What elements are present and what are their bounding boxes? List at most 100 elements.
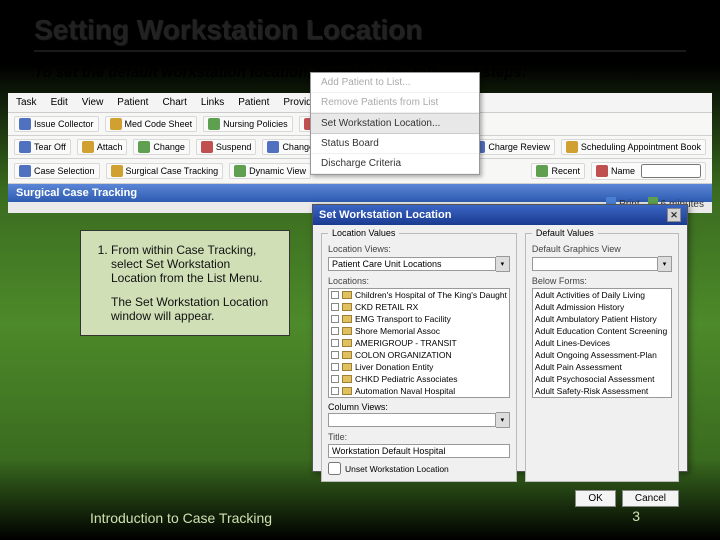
default-graphics-input[interactable] [532, 257, 658, 271]
chevron-down-icon[interactable]: ▾ [658, 256, 672, 272]
slide-title: Setting Workstation Location [0, 0, 720, 48]
location-item[interactable]: COLON ORGANIZATION [329, 349, 509, 361]
footer-title: Introduction to Case Tracking [90, 510, 272, 526]
form-item[interactable]: Adult Ongoing Assessment-Plan [533, 349, 671, 361]
toolbar-name[interactable]: Name [591, 162, 706, 180]
menu-patient[interactable]: Patient [117, 97, 148, 108]
plus-icon[interactable] [331, 375, 339, 383]
form-item[interactable]: Adult Pain Assessment [533, 361, 671, 373]
form-item[interactable]: Adult Ambulatory Patient History [533, 313, 671, 325]
menu-chart[interactable]: Chart [162, 97, 186, 108]
page-number: 3 [632, 508, 640, 524]
below-forms-label: Below Forms: [532, 276, 672, 286]
plus-icon[interactable] [331, 291, 339, 299]
unset-location-checkbox[interactable] [328, 462, 341, 475]
location-item[interactable]: CHKD Pediatric Associates [329, 373, 509, 385]
menu-item-status-board[interactable]: Status Board [311, 134, 479, 154]
toolbar-recent[interactable]: Recent [531, 163, 585, 179]
name-search-input[interactable] [641, 164, 701, 178]
form-item[interactable]: Adult Education Content Screening [533, 325, 671, 337]
chevron-down-icon[interactable]: ▾ [496, 412, 510, 428]
menu-item-discharge-criteria[interactable]: Discharge Criteria [311, 154, 479, 174]
location-item[interactable]: EMG Transport to Facility [329, 313, 509, 325]
chevron-down-icon[interactable]: ▾ [496, 256, 510, 272]
folder-icon [342, 387, 352, 395]
toolbar-case-selection[interactable]: Case Selection [14, 163, 100, 179]
list-menu-dropdown: Add Patient to List...Remove Patients fr… [310, 72, 480, 175]
form-item[interactable]: Adult Lines-Devices [533, 337, 671, 349]
location-values-group: Location Values Location Views: ▾ Locati… [321, 233, 517, 482]
toolbar-icon [201, 141, 213, 153]
ok-button[interactable]: OK [575, 490, 615, 507]
toolbar-nursing-policies[interactable]: Nursing Policies [203, 116, 293, 132]
toolbar-attach[interactable]: Attach [77, 139, 128, 155]
location-item[interactable]: AMERIGROUP - TRANSIT [329, 337, 509, 349]
plus-icon[interactable] [331, 327, 339, 335]
toolbar-icon [566, 141, 578, 153]
toolbar-dynamic-view[interactable]: Dynamic View [229, 163, 311, 179]
toolbar-icon [267, 141, 279, 153]
menu-item-set-workstation-location[interactable]: Set Workstation Location... [311, 113, 479, 134]
form-item[interactable]: Adult Safety-Risk Assessment [533, 385, 671, 397]
form-item[interactable]: Adult Admission History [533, 301, 671, 313]
location-item[interactable]: Automation Naval Hospital [329, 385, 509, 397]
location-views-input[interactable] [328, 257, 496, 271]
menu-view[interactable]: View [82, 97, 104, 108]
location-views-combo[interactable]: ▾ [328, 256, 510, 272]
plus-icon[interactable] [331, 303, 339, 311]
location-item[interactable]: Children's Hospital of The King's Daught [329, 289, 509, 301]
toolbar-suspend[interactable]: Suspend [196, 139, 257, 155]
toolbar-med-code-sheet[interactable]: Med Code Sheet [105, 116, 198, 132]
folder-icon [342, 339, 352, 347]
close-icon[interactable]: ✕ [667, 208, 681, 222]
toolbar-icon [596, 165, 608, 177]
cancel-button[interactable]: Cancel [622, 490, 679, 507]
group-title-right: Default Values [532, 228, 598, 238]
form-item[interactable]: Adult Activities of Daily Living [533, 289, 671, 301]
toolbar-icon [138, 141, 150, 153]
location-item[interactable]: CKD RETAIL RX [329, 301, 509, 313]
title-combo[interactable] [328, 444, 510, 458]
title-label: Title: [328, 432, 510, 442]
instruction-result: The Set Workstation Location window will… [111, 295, 277, 323]
set-workstation-location-dialog: Set Workstation Location ✕ Location Valu… [312, 204, 688, 472]
toolbar-charge-review[interactable]: Charge Review [468, 139, 555, 155]
instruction-box: From within Case Tracking, select Set Wo… [80, 230, 290, 336]
default-graphics-combo[interactable]: ▾ [532, 256, 672, 272]
folder-icon [342, 375, 352, 383]
plus-icon[interactable] [331, 363, 339, 371]
column-views-combo[interactable]: ▾ [328, 412, 510, 428]
toolbar-icon [19, 141, 31, 153]
plus-icon[interactable] [331, 339, 339, 347]
menu-edit[interactable]: Edit [51, 97, 68, 108]
toolbar-change[interactable]: Change [133, 139, 190, 155]
instruction-step-1: From within Case Tracking, select Set Wo… [111, 243, 277, 285]
toolbar-tear-off[interactable]: Tear Off [14, 139, 71, 155]
location-item[interactable]: Tidewtr Surgical Specialty Surg [329, 397, 509, 398]
dialog-button-row: OK Cancel [321, 490, 679, 507]
toolbar-icon [234, 165, 246, 177]
folder-icon [342, 351, 352, 359]
plus-icon[interactable] [331, 387, 339, 395]
plus-icon[interactable] [331, 351, 339, 359]
menu-task[interactable]: Task [16, 97, 37, 108]
form-item[interactable]: Adult Psychosocial Assessment [533, 373, 671, 385]
dialog-titlebar: Set Workstation Location ✕ [313, 205, 687, 225]
location-item[interactable]: Liver Donation Entity [329, 361, 509, 373]
form-item[interactable]: Adult Triage Screening [533, 397, 671, 398]
menu-links[interactable]: Links [201, 97, 224, 108]
menu-patient[interactable]: Patient [238, 97, 269, 108]
location-views-label: Location Views: [328, 244, 510, 254]
location-item[interactable]: Shore Memorial Assoc [329, 325, 509, 337]
forms-listbox[interactable]: Adult Activities of Daily LivingAdult Ad… [532, 288, 672, 398]
locations-label: Locations: [328, 276, 510, 286]
locations-listbox[interactable]: Children's Hospital of The King's Daught… [328, 288, 510, 398]
title-input[interactable] [328, 444, 510, 458]
toolbar-scheduling-appointment-book[interactable]: Scheduling Appointment Book [561, 139, 706, 155]
folder-icon [342, 315, 352, 323]
column-views-input[interactable] [328, 413, 496, 427]
toolbar-surgical-case-tracking[interactable]: Surgical Case Tracking [106, 163, 224, 179]
toolbar-issue-collector[interactable]: Issue Collector [14, 116, 99, 132]
plus-icon[interactable] [331, 315, 339, 323]
folder-icon [342, 291, 352, 299]
